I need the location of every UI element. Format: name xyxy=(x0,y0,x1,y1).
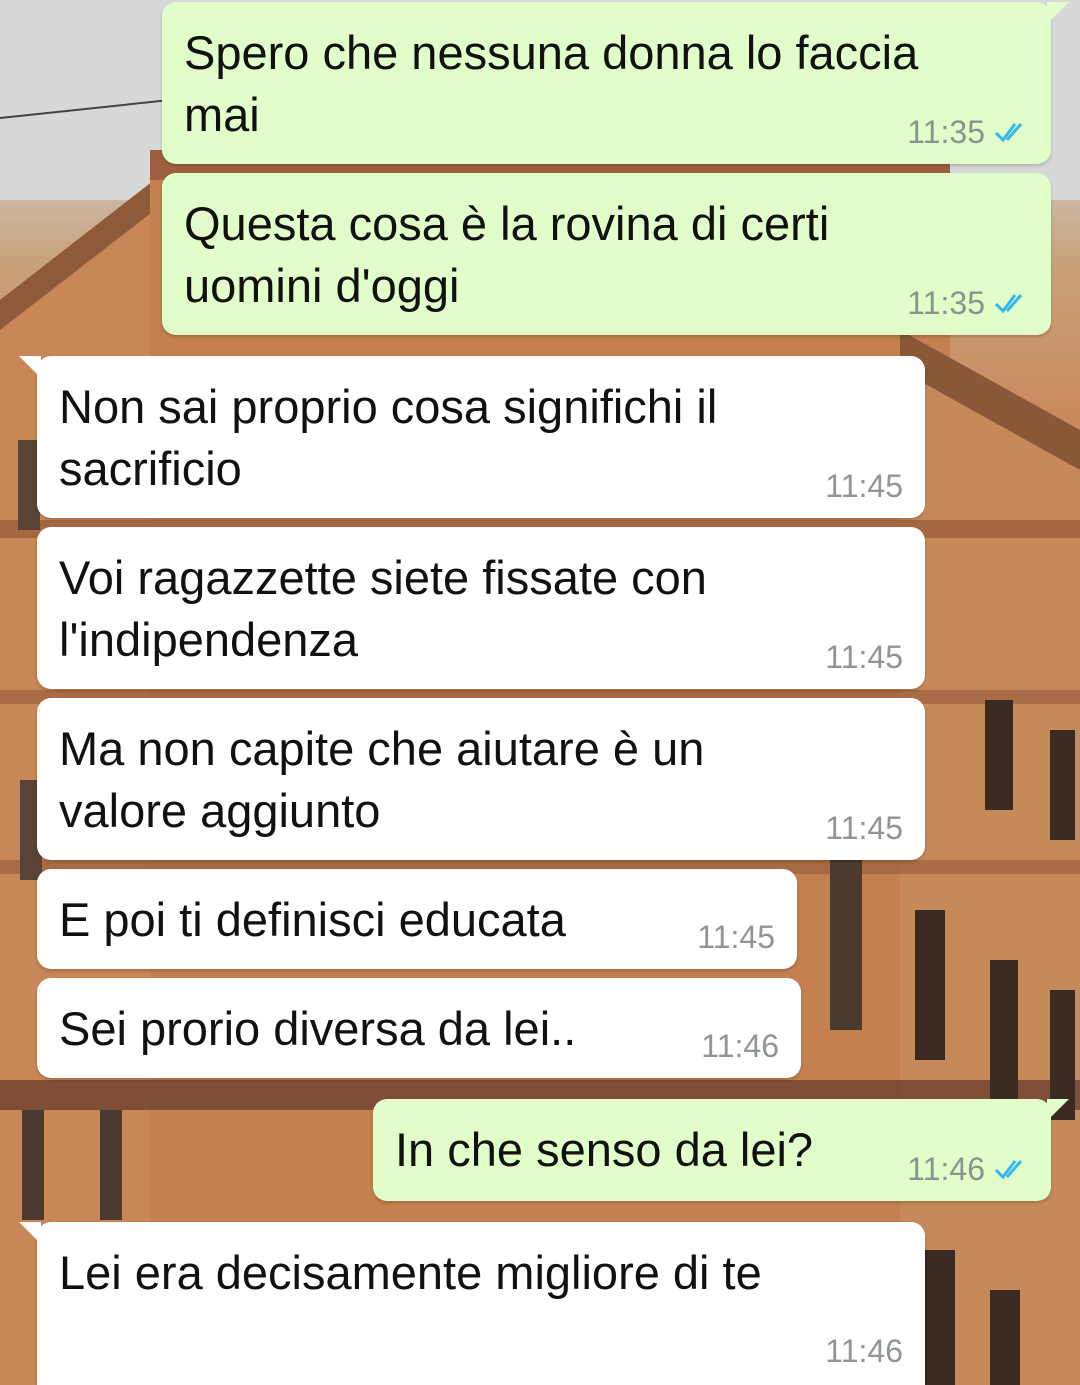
message-meta: 11:46 xyxy=(907,1151,1029,1187)
message-text-line: In che senso da lei? xyxy=(395,1123,814,1176)
message-text-line: mai xyxy=(184,88,260,141)
bubble-tail xyxy=(19,1222,41,1244)
message-text-line: l'indipendenza xyxy=(59,613,359,666)
bubble-tail xyxy=(1047,1099,1069,1121)
message-time: 11:45 xyxy=(825,810,903,846)
message-bubble-incoming[interactable]: Lei era decisamente migliore di te 11:46 xyxy=(19,1222,925,1385)
message-bubble-outgoing[interactable]: Questa cosa è la rovina di certi uomini … xyxy=(162,173,1051,335)
message-time: 11:35 xyxy=(907,114,985,150)
message-text-line: Ma non capite che aiutare è un xyxy=(59,722,705,775)
message-text-line: E poi ti definisci educata xyxy=(59,893,566,946)
message-meta: 11:35 xyxy=(907,114,1029,150)
message-bubble-incoming[interactable]: E poi ti definisci educata 11:45 xyxy=(37,869,797,969)
double-check-icon xyxy=(994,123,1023,143)
message-meta: 11:46 xyxy=(825,1333,903,1369)
message-text-line: Questa cosa è la rovina di certi xyxy=(184,197,830,250)
double-check-icon xyxy=(994,1160,1023,1180)
message-time: 11:46 xyxy=(701,1028,779,1064)
message-time: 11:45 xyxy=(825,468,903,504)
message-bubble-outgoing[interactable]: In che senso da lei? 11:46 xyxy=(373,1099,1069,1201)
message-meta: 11:46 xyxy=(701,1028,779,1064)
message-text: Lei era decisamente migliore di te xyxy=(59,1242,762,1304)
message-meta: 11:45 xyxy=(825,639,903,675)
message-bubble-incoming[interactable]: Sei prorio diversa da lei.. 11:46 xyxy=(37,978,801,1078)
message-text-line: Voi ragazzette siete fissate con xyxy=(59,551,707,604)
message-meta: 11:45 xyxy=(825,468,903,504)
message-time: 11:45 xyxy=(825,639,903,675)
message-bubble-outgoing[interactable]: Spero che nessuna donna lo faccia mai 11… xyxy=(162,2,1069,164)
message-time: 11:46 xyxy=(825,1333,903,1369)
message-time: 11:35 xyxy=(907,285,985,321)
message-text-line: sacrificio xyxy=(59,442,242,495)
message-text: In che senso da lei? xyxy=(395,1119,813,1181)
message-bubble-incoming[interactable]: Voi ragazzette siete fissate con l'indip… xyxy=(37,527,925,689)
message-text: Spero che nessuna donna lo faccia mai xyxy=(184,22,918,146)
message-text-line: Sei prorio diversa da lei.. xyxy=(59,1002,577,1055)
message-time: 11:45 xyxy=(697,919,775,955)
message-meta: 11:45 xyxy=(825,810,903,846)
message-time: 11:46 xyxy=(907,1151,985,1187)
message-meta: 11:35 xyxy=(907,285,1029,321)
message-bubble-incoming[interactable]: Ma non capite che aiutare è un valore ag… xyxy=(37,698,925,860)
message-text-line: Non sai proprio cosa significhi il xyxy=(59,380,718,433)
bubble-tail xyxy=(1047,2,1069,24)
message-text-line: valore aggiunto xyxy=(59,784,381,837)
message-text: Voi ragazzette siete fissate con l'indip… xyxy=(59,547,707,671)
message-text-line: uomini d'oggi xyxy=(184,259,460,312)
message-text: Questa cosa è la rovina di certi uomini … xyxy=(184,193,829,317)
message-text: E poi ti definisci educata xyxy=(59,889,566,951)
message-text: Ma non capite che aiutare è un valore ag… xyxy=(59,718,704,842)
message-text: Non sai proprio cosa significhi il sacri… xyxy=(59,376,717,500)
bubble-tail xyxy=(19,356,41,378)
message-bubble-incoming[interactable]: Non sai proprio cosa significhi il sacri… xyxy=(19,356,925,518)
message-meta: 11:45 xyxy=(697,919,775,955)
double-check-icon xyxy=(994,294,1023,314)
message-text: Sei prorio diversa da lei.. xyxy=(59,998,576,1060)
message-text-line: Lei era decisamente migliore di te xyxy=(59,1246,762,1299)
message-text-line: Spero che nessuna donna lo faccia xyxy=(184,26,919,79)
